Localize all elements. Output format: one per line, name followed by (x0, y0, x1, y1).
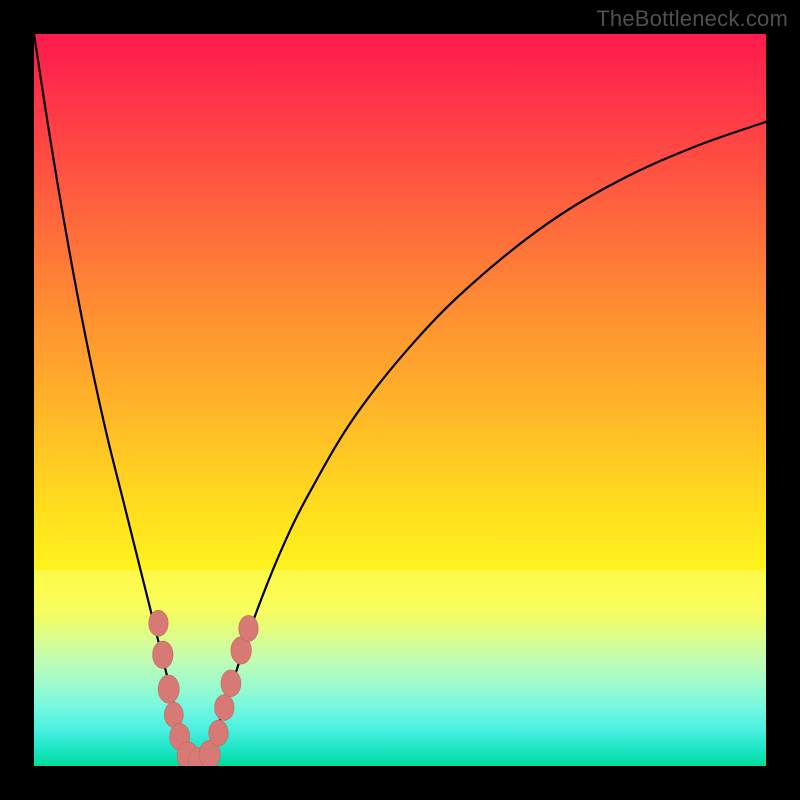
marker-point (239, 615, 258, 641)
marker-point (158, 675, 179, 703)
marker-point (153, 641, 174, 668)
marker-point (215, 694, 234, 720)
marker-point (149, 610, 168, 636)
plot-frame (34, 34, 766, 766)
chart-svg (34, 34, 766, 766)
marker-point (221, 670, 241, 697)
bottleneck-curve (34, 34, 766, 764)
marker-point (209, 720, 228, 746)
curve-markers (149, 610, 258, 766)
watermark-text: TheBottleneck.com (596, 6, 788, 32)
